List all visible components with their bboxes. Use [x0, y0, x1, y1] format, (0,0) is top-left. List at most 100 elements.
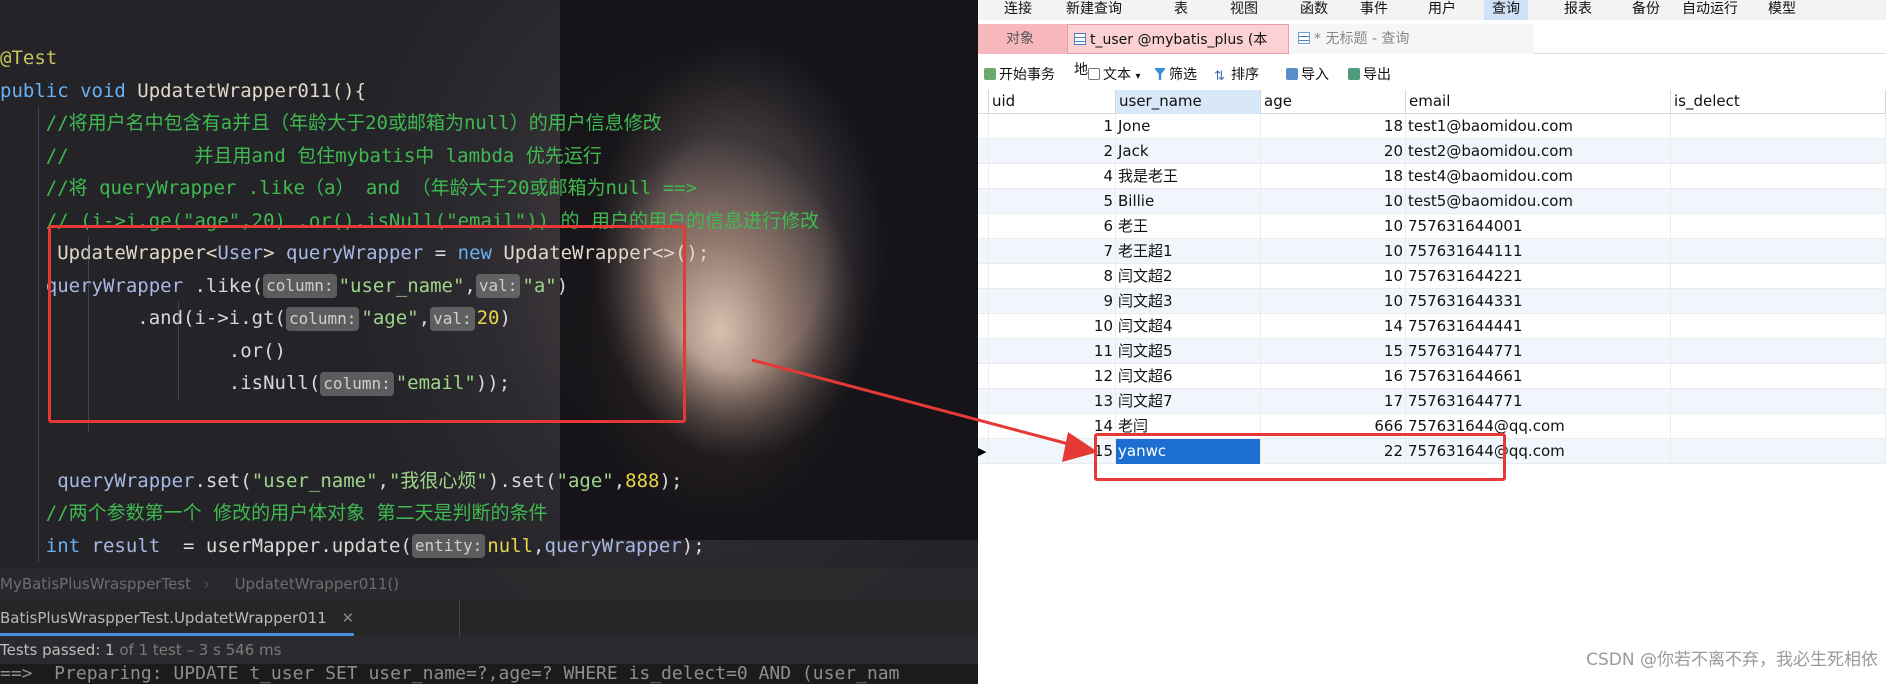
table-cell[interactable]	[1671, 239, 1886, 264]
tab-query[interactable]: * 无标题 - 查询	[1290, 24, 1534, 54]
table-cell[interactable]	[1671, 214, 1886, 239]
table-cell[interactable]: 10	[1261, 214, 1406, 239]
code-line[interactable]: public void UpdatetWrapper011(){	[0, 75, 978, 108]
table-cell[interactable]: 757631644661	[1406, 364, 1671, 389]
tab-objects[interactable]: 对象	[978, 24, 1067, 54]
table-cell[interactable]: 闫文超3	[1116, 289, 1261, 314]
table-cell[interactable]	[1671, 339, 1886, 364]
table-cell[interactable]: 8	[989, 264, 1116, 289]
code-line[interactable]	[0, 432, 978, 465]
table-cell[interactable]	[1671, 364, 1886, 389]
table-cell[interactable]	[1671, 139, 1886, 164]
table-cell[interactable]: 我是老王	[1116, 164, 1261, 189]
column-header[interactable]: age	[1261, 90, 1406, 114]
table-cell[interactable]: Billie	[1116, 189, 1261, 214]
table-cell[interactable]	[1671, 164, 1886, 189]
table-cell[interactable]: 13	[989, 389, 1116, 414]
table-cell[interactable]: Jone	[1116, 114, 1261, 139]
table-cell[interactable]: 闫文超6	[1116, 364, 1261, 389]
menu-item[interactable]: 查询	[1484, 0, 1528, 20]
table-cell[interactable]: 12	[989, 364, 1116, 389]
table-row[interactable]: 7 老王超1 10 757631644111	[978, 239, 1886, 264]
table-cell[interactable]: test1@baomidou.com	[1406, 114, 1671, 139]
table-cell[interactable]: test4@baomidou.com	[1406, 164, 1671, 189]
menu-item[interactable]: 报表	[1564, 0, 1592, 18]
table-row[interactable]: 8 闫文超2 10 757631644221	[978, 264, 1886, 289]
text-button[interactable]: 文本 ▾	[1088, 62, 1140, 90]
table-row[interactable]: 10 闫文超4 14 757631644441	[978, 314, 1886, 339]
table-row[interactable]: 1 Jone 18 test1@baomidou.com	[978, 114, 1886, 139]
sort-button[interactable]: ⇅ 排序	[1214, 62, 1259, 88]
table-cell[interactable]: 老王超1	[1116, 239, 1261, 264]
table-cell[interactable]: 757631644221	[1406, 264, 1671, 289]
table-cell[interactable]: 757631644331	[1406, 289, 1671, 314]
table-cell[interactable]: 17	[1261, 389, 1406, 414]
menu-item[interactable]: 视图	[1230, 0, 1258, 18]
breadcrumb-method[interactable]: UpdatetWrapper011()	[235, 575, 400, 593]
table-cell[interactable]: 10	[1261, 264, 1406, 289]
table-row[interactable]: 4 我是老王 18 test4@baomidou.com	[978, 164, 1886, 189]
table-cell[interactable]: 757631644111	[1406, 239, 1671, 264]
menu-item[interactable]: 事件	[1360, 0, 1388, 18]
code-line[interactable]: queryWrapper.set("user_name","我很心烦").set…	[0, 464, 978, 497]
column-header[interactable]: uid	[989, 90, 1116, 114]
table-cell[interactable]: 闫文超4	[1116, 314, 1261, 339]
table-row[interactable]: 6 老王 10 757631644001	[978, 214, 1886, 239]
table-cell[interactable]: 闫文超7	[1116, 389, 1261, 414]
table-cell[interactable]: 18	[1261, 164, 1406, 189]
table-row[interactable]: 9 闫文超3 10 757631644331	[978, 289, 1886, 314]
table-cell[interactable]	[1671, 189, 1886, 214]
table-cell[interactable]: 10	[989, 314, 1116, 339]
table-cell[interactable]: 20	[1261, 139, 1406, 164]
filter-button[interactable]: 筛选	[1154, 62, 1197, 88]
code-line[interactable]: //将用户名中包含有a并且（年龄大于20或邮箱为null）的用户信息修改	[0, 107, 978, 140]
table-cell[interactable]	[1671, 114, 1886, 139]
table-cell[interactable]: 757631644771	[1406, 339, 1671, 364]
table-cell[interactable]: 9	[989, 289, 1116, 314]
table-cell[interactable]: 1	[989, 114, 1116, 139]
import-button[interactable]: 导入	[1286, 62, 1329, 88]
table-row[interactable]: 2 Jack 20 test2@baomidou.com	[978, 139, 1886, 164]
table-cell[interactable]: 757631644001	[1406, 214, 1671, 239]
table-row[interactable]: 5 Billie 10 test5@baomidou.com	[978, 189, 1886, 214]
table-cell[interactable]: Jack	[1116, 139, 1261, 164]
table-cell[interactable]: 10	[1261, 239, 1406, 264]
tab-table-t-user[interactable]: t_user @mybatis_plus (本地...	[1067, 24, 1289, 78]
table-cell[interactable]: 闫文超2	[1116, 264, 1261, 289]
column-header[interactable]: user_name	[1116, 90, 1261, 114]
menu-item[interactable]: 表	[1174, 0, 1188, 18]
menu-item[interactable]: 用户	[1428, 0, 1456, 18]
data-grid[interactable]: uid user_name age email is_delect 1 Jone 18 tes…	[978, 90, 1886, 464]
run-tab[interactable]: BatisPlusWraspperTest.UpdatetWrapper011 …	[0, 600, 355, 636]
table-cell[interactable]: 18	[1261, 114, 1406, 139]
code-line[interactable]: // 并且用and 包住mybatis中 lambda 优先运行	[0, 139, 978, 172]
code-line[interactable]: //两个参数第一个 修改的用户体对象 第二天是判断的条件	[0, 497, 978, 530]
table-cell[interactable]: 11	[989, 339, 1116, 364]
table-cell[interactable]	[1671, 439, 1886, 464]
menu-item[interactable]: 自动运行	[1682, 0, 1738, 18]
table-cell[interactable]: 2	[989, 139, 1116, 164]
menu-item[interactable]: 函数	[1300, 0, 1328, 18]
table-cell[interactable]: test5@baomidou.com	[1406, 189, 1671, 214]
table-cell[interactable]: 6	[989, 214, 1116, 239]
column-header[interactable]: is_delect	[1671, 90, 1886, 114]
table-cell[interactable]: 闫文超5	[1116, 339, 1261, 364]
table-cell[interactable]: test2@baomidou.com	[1406, 139, 1671, 164]
code-line[interactable]: //将 queryWrapper .like（a） and （年龄大于20或邮箱…	[0, 172, 978, 205]
table-row[interactable]: 13 闫文超7 17 757631644771	[978, 389, 1886, 414]
table-cell[interactable]: 10	[1261, 289, 1406, 314]
table-cell[interactable]: 5	[989, 189, 1116, 214]
export-button[interactable]: 导出	[1348, 62, 1391, 88]
table-cell[interactable]	[1671, 414, 1886, 439]
code-line[interactable]: @Test	[0, 42, 978, 75]
menu-item[interactable]: 新建查询	[1066, 0, 1122, 18]
table-cell[interactable]: 16	[1261, 364, 1406, 389]
close-icon[interactable]: ✕	[342, 609, 355, 627]
table-cell[interactable]: 757631644441	[1406, 314, 1671, 339]
table-row[interactable]: 12 闫文超6 16 757631644661	[978, 364, 1886, 389]
column-header[interactable]: email	[1406, 90, 1671, 114]
menu-item[interactable]: 备份	[1632, 0, 1660, 18]
table-cell[interactable]	[1671, 314, 1886, 339]
table-cell[interactable]	[1671, 389, 1886, 414]
table-cell[interactable]: 15	[1261, 339, 1406, 364]
